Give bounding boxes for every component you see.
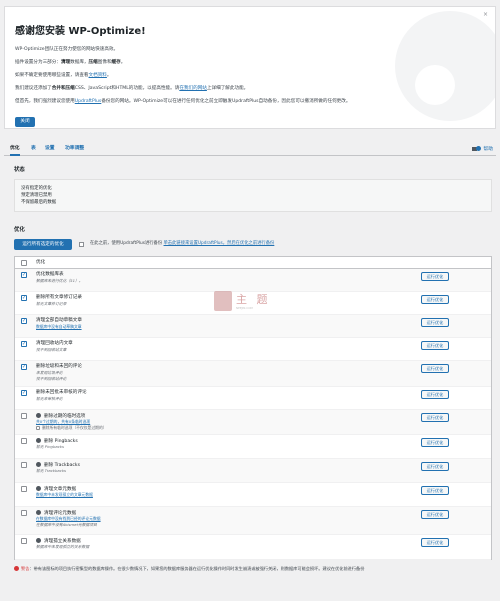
backup-text: 在此之前，使用UpdraftPlus进行备份 单击此链接来设置UpdraftPl… [90,241,275,246]
optimize-tabs: 优化 表 设置 功率调整 帮助 [4,145,496,157]
optimization-checkbox[interactable] [21,390,27,396]
close-welcome-button[interactable]: 关闭 [15,117,35,127]
intensive-operation-icon [36,486,41,491]
run-optimization-button[interactable]: 运行优化 [421,510,449,519]
optimization-checkbox[interactable] [21,341,27,347]
run-optimization-button[interactable]: 运行优化 [421,295,449,304]
run-optimization-button[interactable]: 运行优化 [421,438,449,447]
header-label: 优化 [36,260,46,265]
optimization-info: 数据库未进行优化（51）。 [36,278,83,283]
optimization-info: 暂无 Pingbacks [36,444,64,449]
welcome-panel: × 感谢您安装 WP-Optimize! WP-Optimize团队正在努力使您… [4,6,496,129]
optimization-info[interactable]: 数据库中没有自动草稿文章 [36,324,82,330]
run-optimization-button[interactable]: 运行优化 [421,364,449,373]
optimization-checkbox[interactable] [21,438,27,444]
warning-note: 警告：带有该图标的项目执行密集型的数据库操作。在很少数情况下，如果您的数据库服务… [14,566,364,571]
website-link[interactable]: 在我们的网站 [179,86,207,91]
optimization-checkbox[interactable] [21,538,27,544]
table-header: 优化 [15,257,491,269]
optimization-info: 暂无 Trackbacks [36,468,67,473]
table-row: 删除未回批未审核的评论暂无未审核评论运行优化 [15,387,491,410]
welcome-text-4: 我们建议还添加了合并和压缩CSS、JavaScript和HTML的功能，以提高性… [15,86,249,91]
watermark-subtext: NEEJIN.COM [236,306,253,310]
intensive-operation-icon [36,538,41,543]
run-optimization-button[interactable]: 运行优化 [421,272,449,281]
welcome-text-1: WP-Optimize团队正在努力使您的网站快速高效。 [15,47,119,52]
optimization-checkbox[interactable] [21,486,27,492]
table-row: 删除 Trackbacks 暂无 Trackbacks 运行优化 [15,459,491,483]
run-optimization-button[interactable]: 运行优化 [421,462,449,471]
table-row: 删除 Pingbacks 暂无 Pingbacks 运行优化 [15,435,491,459]
table-row: 清理全部自动草稿文章数据库中没有自动草稿文章运行优化 [15,315,491,338]
optimization-checkbox[interactable] [21,364,27,370]
optimization-checkbox[interactable] [21,272,27,278]
welcome-text-3: 如果不确定要使用哪些设置，请查看文档资料。 [15,73,112,78]
optimizations-heading: 优化 [14,227,25,233]
status-line: 不保留最后的数据 [21,200,57,205]
dismiss-icon[interactable]: × [483,11,488,19]
tab-power-tweaks[interactable]: 功率调整 [65,146,84,152]
intensive-operation-icon [36,438,41,443]
run-all-button[interactable]: 运行所有选定的优化 [14,239,72,250]
optimization-checkbox[interactable] [21,413,27,419]
delete-all-transients-checkbox[interactable] [36,426,40,430]
welcome-text-2: 插件设置分为三部分：清理数据库，压缩图像和缓存。 [15,60,126,65]
optimization-info: 暂无未审核评论 [36,396,63,401]
delete-all-transients-option: 删除所有临时选项（不仅仅是过期的） [36,425,107,431]
table-row: 清理孤立关系数据 数据库中未发现孤立的关系数据 运行优化 [15,535,491,560]
run-optimization-button[interactable]: 运行优化 [421,341,449,350]
table-row: 清理评论元数据 在数据库中没有找到已经的评论元数据 在数据库中没有Akismet元数… [15,507,491,535]
tab-optimize[interactable]: 优化 [10,146,20,157]
table-row: 删除过期的临时选项 共0个过期的，共有0条临时选项 删除所有临时选项（不仅仅是过期的… [15,410,491,435]
table-row: 清理回收站内文章找不到回收站文章运行优化 [15,338,491,361]
tab-tables[interactable]: 表 [31,146,36,152]
updraftplus-link[interactable]: UpdraftPlus [75,99,102,104]
optimization-checkbox[interactable] [21,318,27,324]
table-row: 清理文章元数据 数据库中未发现孤立的文章元数据 运行优化 [15,483,491,507]
optimization-info: 暂无文章修订记录 [36,301,67,306]
intensive-operation-icon [36,510,41,515]
watermark: 主 题 NEEJIN.COM [214,291,284,315]
help-link[interactable]: 帮助 [476,146,493,153]
optimization-checkbox[interactable] [21,510,27,516]
select-all-checkbox[interactable] [21,260,27,266]
table-row: 优化数据库表数据库未进行优化（51）。运行优化 [15,269,491,292]
optimization-info: 数据库中未发现孤立的关系数据 [36,544,90,549]
intensive-operation-icon [36,413,41,418]
run-optimization-button[interactable]: 运行优化 [421,318,449,327]
welcome-title: 感谢您安装 WP-Optimize! [15,26,146,37]
tab-settings[interactable]: 设置 [45,146,55,152]
table-row: 删除垃圾和未回的评论未发现垃圾评论找不到回收站评论运行优化 [15,361,491,387]
warning-icon [14,566,19,571]
status-box: 没有指定的优化 预定清理已禁用 不保留最后的数据 [14,179,492,212]
optimization-info[interactable]: 数据库中未发现孤立的文章元数据 [36,492,93,498]
optimization-checkbox[interactable] [21,462,27,468]
help-icon [476,146,482,151]
run-optimization-button[interactable]: 运行优化 [421,486,449,495]
backup-checkbox[interactable] [79,242,84,247]
optimization-info: 找不到回收站文章 [36,347,67,352]
optimization-info-secondary: 在数据库中没有Akismet元数据项目 [36,522,97,527]
setup-updraftplus-link[interactable]: 单击此链接来设置UpdraftPlus，然后在优化之前进行备份 [164,241,275,246]
watermark-logo-icon [214,291,232,311]
status-heading: 状态 [14,167,25,173]
status-line: 没有指定的优化 [21,186,52,191]
welcome-text-5: 但首先，我们强烈建议您使用UpdraftPlus备份您的网站。WP-Optimi… [15,99,351,104]
intensive-operation-icon [36,462,41,467]
run-optimization-button[interactable]: 运行优化 [421,390,449,399]
wp-optimize-logo-icon [395,11,495,121]
logo-inner-circle [415,65,455,105]
optimization-checkbox[interactable] [21,295,27,301]
docs-link[interactable]: 文档资料 [89,73,107,78]
run-optimization-button[interactable]: 运行优化 [421,413,449,422]
run-optimization-button[interactable]: 运行优化 [421,538,449,547]
optimization-info-secondary: 找不到回收站评论 [36,376,67,381]
status-line: 预定清理已禁用 [21,193,52,198]
